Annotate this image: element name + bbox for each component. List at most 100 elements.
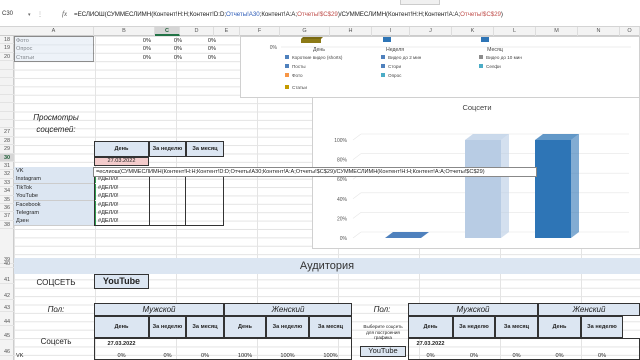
- chart2-bar-side: [501, 134, 509, 238]
- row-number[interactable]: 20: [0, 53, 14, 62]
- column-header-i[interactable]: I: [372, 27, 410, 36]
- chart1-bar-day-front: [301, 39, 321, 43]
- top-row-d: 0%: [173, 46, 182, 53]
- chart1-legend-label: Стори: [388, 64, 401, 69]
- row-number[interactable]: 33: [0, 179, 14, 188]
- audience-vk-label: VK: [16, 353, 24, 359]
- row-number[interactable]: 30: [0, 153, 14, 162]
- audience-right-social-value: YouTube: [368, 347, 398, 355]
- column-header-d[interactable]: D: [180, 27, 214, 36]
- row-number[interactable]: [0, 86, 14, 95]
- audience-female-label: Женский: [271, 306, 305, 314]
- chart2-gridline-side: [352, 133, 362, 141]
- column-header-k[interactable]: K: [452, 27, 494, 36]
- column-header-a[interactable]: A: [14, 27, 94, 36]
- audience-right-gender-label: Пол:: [373, 306, 391, 314]
- column-header-j[interactable]: J: [410, 27, 452, 36]
- row-number[interactable]: 36: [0, 204, 14, 213]
- row-number[interactable]: [0, 112, 14, 120]
- row-number[interactable]: 44: [0, 318, 14, 327]
- row-number[interactable]: 41: [0, 276, 14, 285]
- formula-part: ;Контент!A:A;: [259, 11, 298, 18]
- column-header-o[interactable]: O: [620, 27, 640, 36]
- chart2-y-tick: 80%: [337, 158, 348, 164]
- row-header: 18 19 20 27 28 29 30 31 32 33 34 35 36 37 38 39 40 41 42 43…: [0, 36, 14, 360]
- column-header-l[interactable]: L: [494, 27, 536, 36]
- row-number[interactable]: 18: [0, 36, 14, 45]
- audience-social-col: Соцсеть: [40, 338, 72, 346]
- column-header-h[interactable]: H: [330, 27, 372, 36]
- row-number[interactable]: [0, 61, 14, 70]
- audience-right-female-label: Женский: [572, 306, 606, 314]
- name-box-dropdown-icon[interactable]: ▾: [28, 12, 31, 18]
- views-header-day-label: День: [114, 146, 129, 152]
- column-header-e[interactable]: E: [214, 27, 240, 36]
- row-number[interactable]: [0, 78, 14, 87]
- content-type-chart[interactable]: 0% День Неделя Месяц Короткие видео (sho…: [240, 35, 640, 98]
- row-number[interactable]: 32: [0, 170, 14, 179]
- cell-edit-box[interactable]: =еслиош(СУММЕСЛИМН(Контент!Н:Н;Контент!D…: [93, 167, 537, 177]
- audience-social-label: СОЦСЕТЬ: [36, 279, 76, 287]
- row-number[interactable]: 40: [0, 260, 14, 269]
- row-number[interactable]: [0, 103, 14, 112]
- name-box[interactable]: C30: [2, 11, 13, 17]
- audience-right-subheader-label: За неделю: [587, 324, 617, 330]
- row-number[interactable]: 38: [0, 221, 14, 230]
- views-title-line2: соцсетей:: [36, 126, 76, 134]
- audience-subheader-label: День: [238, 324, 252, 330]
- row-number[interactable]: [0, 70, 14, 78]
- chart2-bar: [535, 140, 571, 238]
- chart2-y-tick: 20%: [337, 216, 348, 222]
- column-header-c[interactable]: C: [155, 27, 180, 36]
- chart2-bar: [385, 232, 429, 238]
- chart1-legend-label: Статьи: [292, 85, 307, 90]
- row-number[interactable]: 29: [0, 145, 14, 154]
- chart1-legend-swatch: [285, 55, 289, 59]
- chart1-legend-label: Селфи: [486, 64, 501, 69]
- top-row-d: 0%: [173, 54, 182, 61]
- audience-gender-label: Пол:: [47, 306, 65, 314]
- row-number[interactable]: 28: [0, 137, 14, 146]
- column-header-m[interactable]: M: [536, 27, 578, 36]
- column-header-n[interactable]: N: [578, 27, 620, 36]
- chart1-bar-week: [383, 37, 391, 42]
- row-number[interactable]: 46: [0, 348, 14, 357]
- chart2-gridline-side: [352, 192, 362, 200]
- chart1-legend-swatch: [479, 64, 483, 68]
- row-number[interactable]: 27: [0, 128, 14, 137]
- insert-function-icon[interactable]: fx: [62, 10, 67, 18]
- chart1-legend-label: Опрос: [388, 73, 402, 78]
- row-number[interactable]: 42: [0, 292, 14, 301]
- row-number[interactable]: 37: [0, 212, 14, 221]
- row-number[interactable]: 45: [0, 332, 14, 341]
- row-number[interactable]: [0, 120, 14, 129]
- row-number[interactable]: 31: [0, 162, 14, 171]
- column-header-f[interactable]: F: [240, 27, 280, 36]
- audience-right-subheader-label: За месяц: [503, 324, 530, 330]
- more-options-icon[interactable]: ⋮: [37, 11, 43, 18]
- row-number[interactable]: 19: [0, 44, 14, 53]
- column-header-g[interactable]: G: [280, 27, 330, 36]
- column-header: ABCDEFGHIJKLMNO: [0, 27, 640, 36]
- chart1-legend: Короткие видео (shorts) Видео до 2 мин Вид…: [285, 55, 522, 90]
- row-number[interactable]: [0, 95, 14, 104]
- row-number[interactable]: 43: [0, 304, 14, 313]
- chart1-legend-label: Видео до 10 мин: [486, 55, 522, 60]
- formula-part: ): [500, 11, 503, 18]
- chart1-legend-swatch: [285, 73, 289, 77]
- chart2-bar-side: [571, 134, 579, 238]
- top-rows-border: [14, 36, 94, 62]
- formula-input[interactable]: =ЕСЛИОШ(СУММЕСЛИМН(Контент!Н:Н;Контент!D…: [74, 11, 503, 18]
- social-row-label[interactable]: Дзен: [14, 217, 94, 227]
- formula-part: Отчеты!$C$29: [460, 11, 501, 18]
- row-number[interactable]: 35: [0, 196, 14, 204]
- chart2-y-tick: 40%: [337, 197, 348, 203]
- audience-right-male-label: Мужской: [456, 306, 490, 314]
- formula-part: )/СУММЕСЛИМН(Контент!Н:Н;Контент!A:A;: [337, 11, 461, 18]
- row-number[interactable]: 34: [0, 187, 14, 196]
- column-header-b[interactable]: B: [94, 27, 155, 36]
- spreadsheet-window: C30 ▾ ⋮ fx =ЕСЛИОШ(СУММЕСЛИМН(Контент!Н:…: [0, 0, 640, 360]
- chart1-y-tick: 0%: [270, 45, 278, 51]
- top-row-d: 0%: [173, 38, 182, 44]
- audience-social-value: YouTube: [102, 277, 141, 285]
